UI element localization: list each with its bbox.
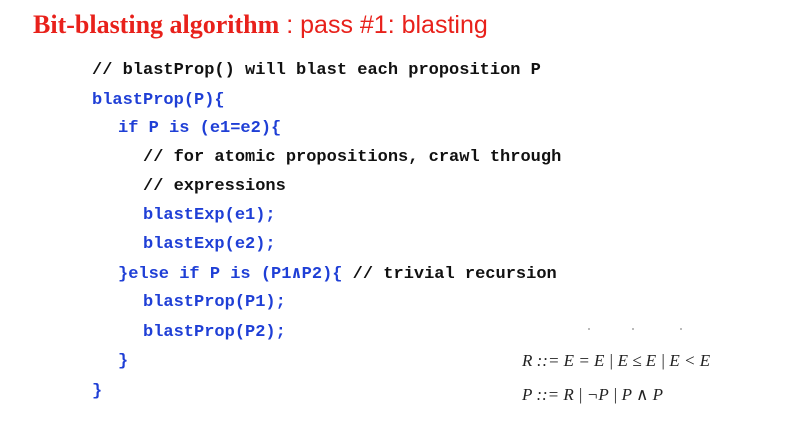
code-else-if-keyword: }else if P is (P1∧P2){ bbox=[118, 265, 343, 284]
code-comment-atomic: // for atomic propositions, crawl throug… bbox=[143, 148, 562, 167]
code-close-brace-inner: } bbox=[118, 352, 129, 371]
grammar-rule-r: R ::= E = E | E ≤ E | E < E bbox=[522, 351, 711, 370]
code-comment-trivial: // trivial recursion bbox=[342, 265, 557, 284]
code-else-if-and: }else if P is (P1∧P2){ // trivial recurs… bbox=[118, 264, 557, 286]
faint-mark bbox=[632, 328, 634, 330]
code-blastprop-p1: blastProp(P1); bbox=[143, 293, 286, 312]
grammar-rule-p: P ::= R | ¬P | P ∧ P bbox=[522, 385, 664, 404]
code-close-brace-outer: } bbox=[92, 382, 103, 401]
faint-mark bbox=[588, 328, 590, 330]
code-if-equality: if P is (e1=e2){ bbox=[118, 119, 282, 138]
faint-mark bbox=[680, 328, 682, 330]
code-blastexp-e2: blastExp(e2); bbox=[143, 235, 276, 254]
code-comment-blastprop: // blastProp() will blast each propositi… bbox=[92, 61, 541, 80]
code-blastprop-decl: blastProp(P){ bbox=[92, 91, 225, 110]
code-blastexp-e1: blastExp(e1); bbox=[143, 206, 276, 225]
code-blastprop-p2: blastProp(P2); bbox=[143, 323, 286, 342]
code-comment-expressions: // expressions bbox=[143, 177, 286, 196]
